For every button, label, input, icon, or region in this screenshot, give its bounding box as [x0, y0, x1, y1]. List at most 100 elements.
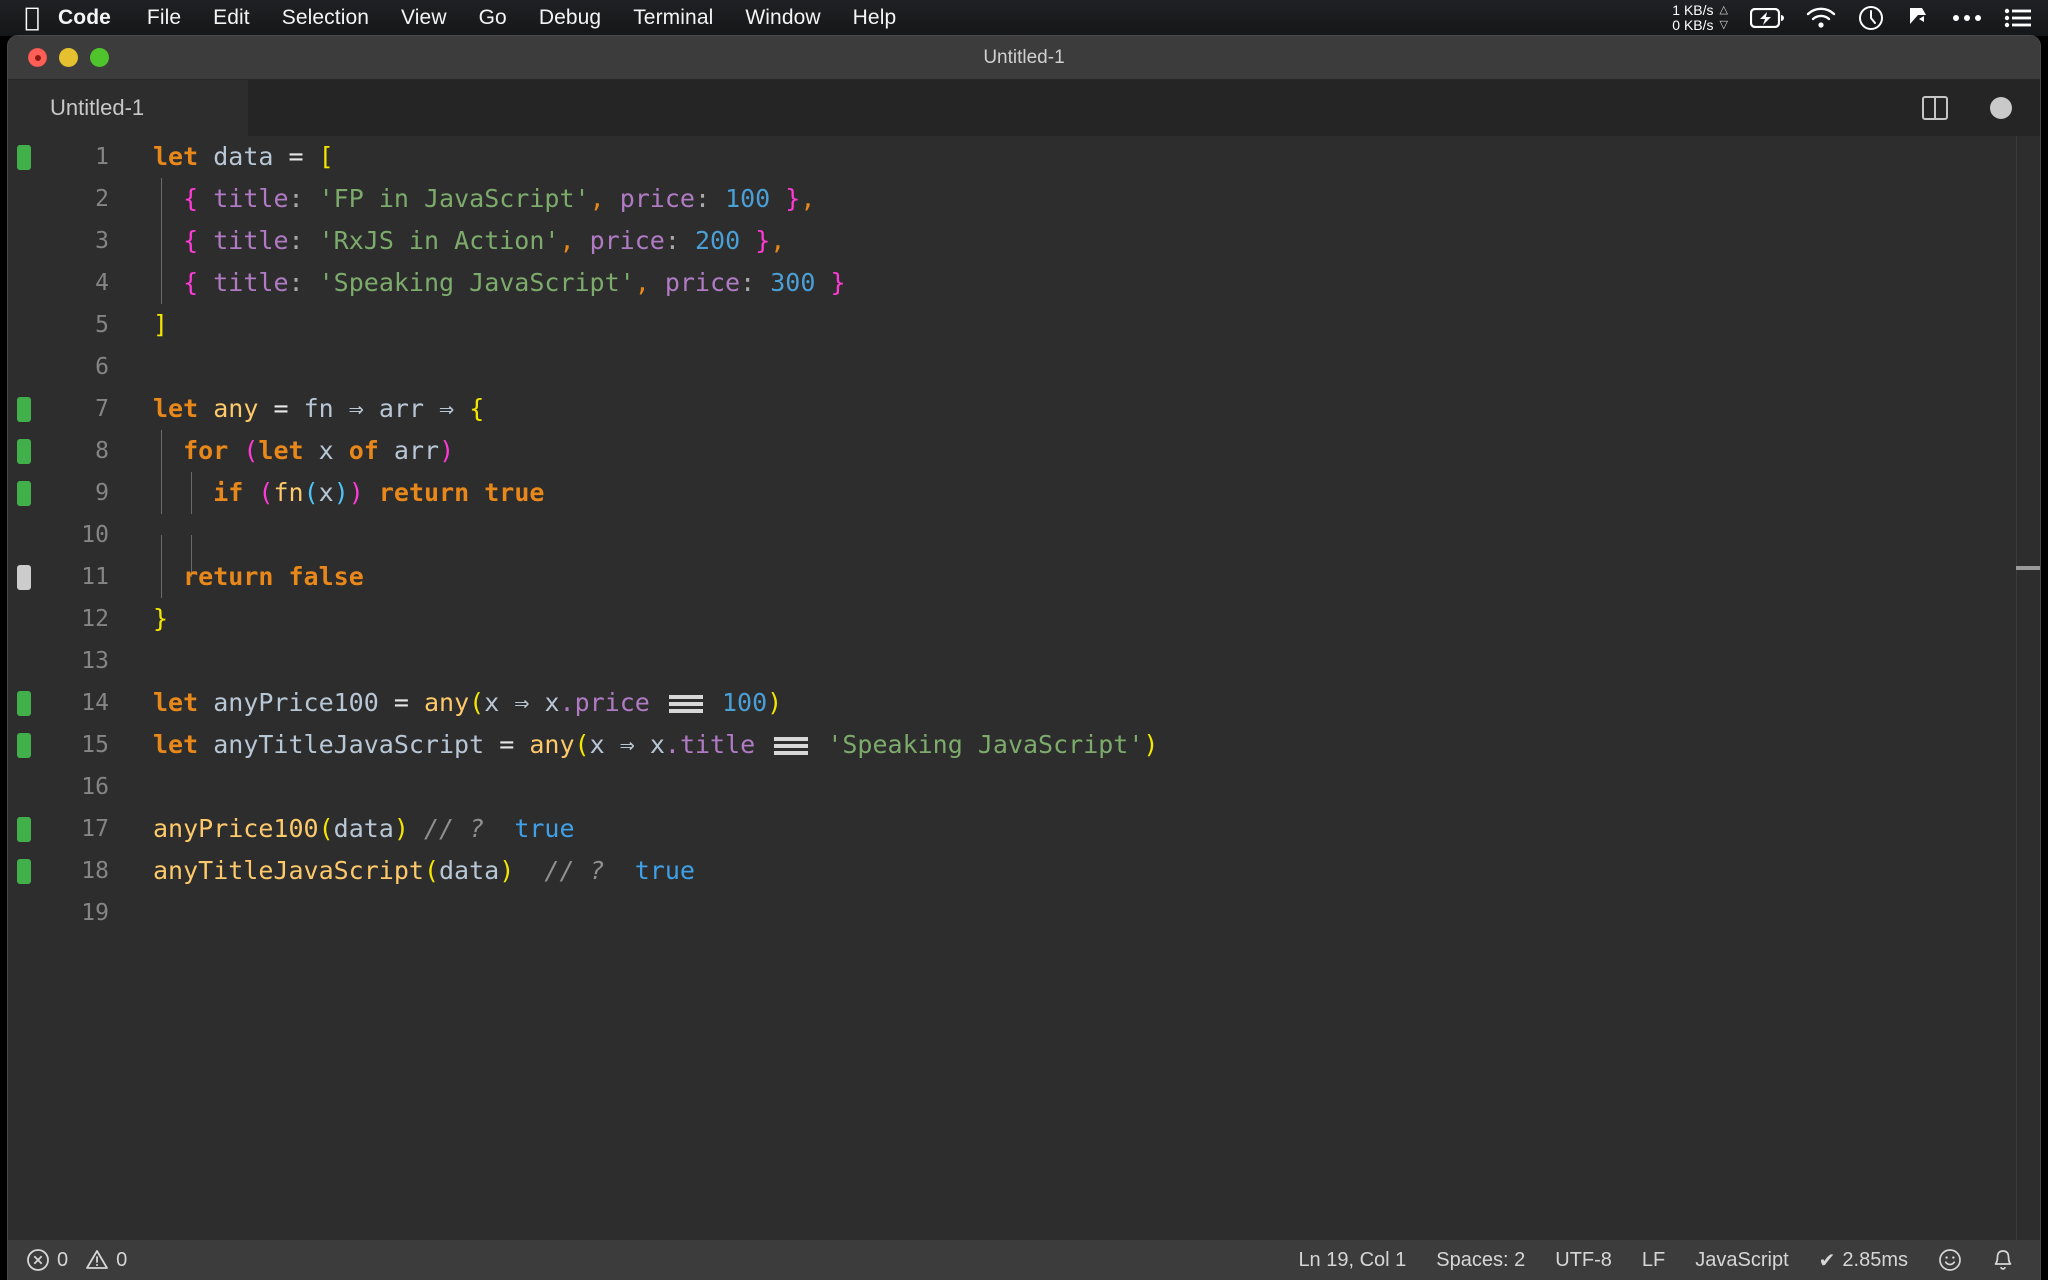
- unsaved-changes-dot[interactable]: [1990, 97, 2012, 119]
- menubar-item-view[interactable]: View: [385, 6, 463, 30]
- line-number: 9: [95, 480, 109, 506]
- code-line[interactable]: 12}: [8, 598, 2040, 640]
- code-line-content: anyPrice100(data) // ? true: [127, 808, 2040, 850]
- line-number: 17: [81, 816, 109, 842]
- code-line-content: return false: [127, 556, 2040, 598]
- code-token: (: [318, 814, 334, 843]
- code-token: let: [153, 688, 199, 717]
- dropbox-icon[interactable]: [1906, 5, 1930, 31]
- menubar-item-code[interactable]: Code: [46, 6, 131, 30]
- line-number: 16: [81, 774, 109, 800]
- code-token: (: [423, 856, 439, 885]
- code-token: title: [213, 226, 289, 255]
- indent-guide: [160, 220, 162, 262]
- code-token: 100: [725, 184, 771, 213]
- code-token: for: [183, 436, 229, 465]
- overview-ruler-scrollbar[interactable]: [2016, 136, 2040, 1240]
- code-token: any: [529, 730, 575, 759]
- code-token: arr: [393, 436, 440, 465]
- bell-icon[interactable]: [1992, 1248, 2014, 1272]
- menubar-item-debug[interactable]: Debug: [523, 6, 617, 30]
- line-number: 5: [95, 312, 109, 338]
- code-line[interactable]: 11 return false: [8, 556, 2040, 598]
- code-line[interactable]: 16: [8, 766, 2040, 808]
- code-line[interactable]: 14 let anyPrice100 = any(x ⇒ x.price 100): [8, 682, 2040, 724]
- quokka-status[interactable]: ✔ 2.85ms: [1819, 1248, 1908, 1273]
- line-number: 18: [81, 858, 109, 884]
- code-token: }: [830, 268, 846, 297]
- split-editor-icon[interactable]: [1922, 96, 1948, 120]
- code-line[interactable]: 3 { title: 'RxJS in Action', price: 200 …: [8, 220, 2040, 262]
- code-editor[interactable]: 1 let data = [2 { title: 'FP in JavaScrip…: [8, 136, 2040, 1240]
- code-token: ): [348, 478, 364, 507]
- network-speed-indicator[interactable]: 1 KB/s 0 KB/s △ ▽: [1672, 3, 1728, 33]
- code-token: let: [153, 730, 199, 759]
- code-token: data: [213, 142, 274, 171]
- code-line-content: if (fn(x)) return true: [127, 472, 2040, 514]
- code-line[interactable]: 6: [8, 346, 2040, 388]
- gutter-change-marker-none: [17, 271, 31, 296]
- clock-icon[interactable]: [1858, 5, 1884, 31]
- problems-status[interactable]: 0 0: [26, 1248, 127, 1272]
- menubar-item-file[interactable]: File: [131, 6, 197, 30]
- wifi-icon[interactable]: [1806, 7, 1836, 29]
- code-line[interactable]: 17 anyPrice100(data) // ? true: [8, 808, 2040, 850]
- menubar-item-edit[interactable]: Edit: [197, 6, 266, 30]
- menubar-item-window[interactable]: Window: [729, 6, 836, 30]
- code-line[interactable]: 8 for (let x of arr): [8, 430, 2040, 472]
- menubar-item-help[interactable]: Help: [837, 6, 913, 30]
- code-line[interactable]: 15 let anyTitleJavaScript = any(x ⇒ x.tit…: [8, 724, 2040, 766]
- code-token: any: [423, 688, 470, 717]
- code-line[interactable]: 18 anyTitleJavaScript(data) // ? true: [8, 850, 2040, 892]
- code-line[interactable]: 1 let data = [: [8, 136, 2040, 178]
- code-line[interactable]: 4 { title: 'Speaking JavaScript', price:…: [8, 262, 2040, 304]
- code-line[interactable]: 5]: [8, 304, 2040, 346]
- code-token: arr: [378, 394, 425, 423]
- code-token: title: [213, 184, 289, 213]
- control-center-icon[interactable]: [2004, 8, 2032, 28]
- code-line[interactable]: 9 if (fn(x)) return true: [8, 472, 2040, 514]
- tab-untitled-1[interactable]: Untitled-1: [8, 80, 248, 136]
- code-token: 'Speaking JavaScript': [318, 268, 635, 297]
- code-line[interactable]: 19: [8, 892, 2040, 934]
- cursor-position[interactable]: Ln 19, Col 1: [1298, 1249, 1406, 1272]
- code-line[interactable]: 13: [8, 640, 2040, 682]
- code-token: price: [589, 226, 665, 255]
- apple-menu-button[interactable]: : [0, 5, 46, 31]
- menubar-item-selection[interactable]: Selection: [266, 6, 385, 30]
- code-token: let: [258, 436, 304, 465]
- battery-charging-icon[interactable]: [1750, 8, 1784, 28]
- indentation-setting[interactable]: Spaces: 2: [1436, 1249, 1525, 1272]
- eol-setting[interactable]: LF: [1642, 1249, 1665, 1272]
- encoding-setting[interactable]: UTF-8: [1555, 1249, 1612, 1272]
- status-bar: 0 0 Ln 19, Col 1 Spaces: 2 UTF-8 LF Java…: [8, 1240, 2040, 1280]
- line-number: 19: [81, 900, 109, 926]
- language-mode[interactable]: JavaScript: [1695, 1249, 1788, 1272]
- gutter-change-marker-added: [17, 480, 31, 506]
- code-token: }: [785, 184, 801, 213]
- code-line[interactable]: 2 { title: 'FP in JavaScript', price: 10…: [8, 178, 2040, 220]
- line-number: 6: [95, 354, 109, 380]
- line-number: 1: [95, 144, 109, 170]
- code-line[interactable]: 10: [8, 514, 2040, 577]
- code-line[interactable]: 7 let any = fn ⇒ arr ⇒ {: [8, 388, 2040, 430]
- menubar-item-go[interactable]: Go: [463, 6, 523, 30]
- line-number: 15: [81, 732, 109, 758]
- window-title: Untitled-1: [983, 46, 1065, 68]
- tab-label: Untitled-1: [50, 95, 145, 120]
- code-token: :: [694, 184, 711, 213]
- code-token: :: [288, 184, 304, 213]
- menubar-item-terminal[interactable]: Terminal: [617, 6, 729, 30]
- smiley-icon[interactable]: [1938, 1248, 1962, 1272]
- ellipsis-icon[interactable]: [1952, 13, 1982, 23]
